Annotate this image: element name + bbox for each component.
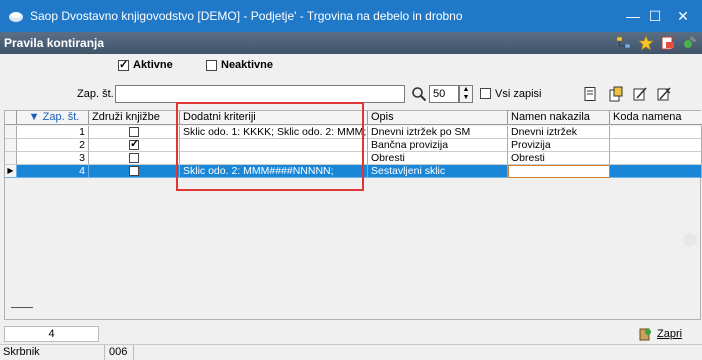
column-header-criteria[interactable]: Dodatni kriteriji [180,111,368,125]
search-label: Zap. št. [77,88,114,100]
scroll-icon[interactable] [683,233,697,247]
cell-code[interactable] [610,152,702,165]
search-input[interactable] [115,85,405,103]
window-title: Saop Dvostavno knjigovodstvo [DEMO] - Po… [30,9,463,23]
merge-checkbox[interactable] [129,127,139,137]
close-button[interactable]: ✕ [664,0,702,32]
cell-num[interactable]: 4 [17,165,89,178]
active-filter[interactable]: Aktivne [118,58,173,71]
active-label: Aktivne [133,59,173,71]
merge-checkbox-cell[interactable] [89,139,180,152]
row-selector[interactable] [5,152,17,165]
all-records-checkbox[interactable] [480,88,491,99]
merge-checkbox-cell[interactable] [89,126,180,139]
status-field-value: 006 [104,345,134,360]
merge-checkbox-cell[interactable] [89,165,180,178]
cell-purpose[interactable] [508,165,610,178]
merge-checkbox[interactable] [129,139,139,150]
record-limit-stepper[interactable]: ▲ ▼ [459,85,473,103]
cell-purpose[interactable]: Obresti [508,152,610,165]
edit-record-icon[interactable] [632,86,648,102]
cell-criteria[interactable] [180,152,368,165]
collapse-handle[interactable] [11,307,33,308]
merge-checkbox-cell[interactable] [89,152,180,165]
record-limit-input[interactable]: 50 [429,85,459,103]
column-header-description[interactable]: Opis [368,111,508,125]
column-header-number[interactable]: ▼ Zap. št. [17,111,89,125]
new-record-icon[interactable] [582,86,598,102]
table-header: ▼ Zap. št. Združi knjižbe Dodatni kriter… [5,111,702,125]
cell-code[interactable] [610,126,702,139]
cell-desc[interactable]: Dnevni iztržek po SM [368,126,508,139]
record-count: 4 [4,326,99,342]
inactive-checkbox[interactable] [206,59,217,71]
cell-desc[interactable]: Sestavljeni sklic [368,165,508,178]
status-field-label: Skrbnik [3,346,40,358]
column-header-purpose[interactable]: Namen nakazila [508,111,610,125]
cell-code[interactable] [610,139,702,152]
tree-icon[interactable] [616,35,632,51]
column-header-code[interactable]: Koda namena [610,111,702,125]
tools-icon[interactable] [682,35,698,51]
merge-checkbox[interactable] [129,166,139,176]
export-icon[interactable] [660,35,676,51]
search-icon[interactable] [411,86,427,102]
exit-icon [639,328,651,341]
table-row[interactable]: 2 Bančna provizijaProvizija [5,139,702,152]
table-row[interactable]: ▶ 4 Sklic odo. 2: MMM####NNNNN; Sestavljeni… [5,165,702,178]
copy-record-icon[interactable] [608,86,624,102]
panel-header: Pravila kontiranja [0,32,702,54]
cell-num[interactable]: 3 [17,152,89,165]
close-panel-label: Zapri [657,328,683,340]
rules-table: ▼ Zap. št. Združi knjižbe Dodatni kriter… [4,110,702,320]
cell-code[interactable] [610,165,702,178]
inactive-filter[interactable]: Neaktivne [206,59,273,71]
table-row[interactable]: 3 Obresti Obresti [5,152,702,165]
cell-num[interactable]: 2 [17,139,89,152]
cell-num[interactable]: 1 [17,126,89,139]
sort-indicator-icon: ▼ [28,111,40,123]
cell-desc[interactable]: Bančna provizija [368,139,508,152]
filter-row: Aktivne Neaktivne [0,58,702,76]
cell-criteria[interactable]: Sklic odo. 1: KKKK; Sklic odo. 2: MMM; [180,126,368,139]
column-header-merge[interactable]: Združi knjižbe [89,111,180,125]
column-label: Zap. št. [42,111,80,123]
merge-checkbox[interactable] [129,153,139,163]
row-selector[interactable]: ▶ [5,165,17,178]
row-selector[interactable] [5,139,17,152]
app-icon [9,12,23,22]
row-indicator-header [5,111,17,125]
panel-title: Pravila kontiranja [4,36,105,50]
close-panel-button[interactable]: Zapri [638,326,682,342]
cell-purpose[interactable]: Dnevni iztržek [508,126,610,139]
search-row: Zap. št. 50 ▲ ▼ Vsi zapisi [0,85,702,105]
row-selector[interactable] [5,126,17,139]
inactive-label: Neaktivne [221,59,273,71]
table-row[interactable]: 1 Sklic odo. 1: KKKK; Sklic odo. 2: MMM; D… [5,126,702,139]
star-icon[interactable] [638,35,654,51]
cell-desc[interactable]: Obresti [368,152,508,165]
delete-record-icon[interactable] [656,86,672,102]
all-records-label: Vsi zapisi [495,88,542,100]
window-titlebar: Saop Dvostavno knjigovodstvo [DEMO] - Po… [0,0,702,32]
active-checkbox[interactable] [118,58,129,71]
status-bar: Skrbnik 006 [0,344,702,360]
cell-purpose[interactable]: Provizija [508,139,610,152]
cell-criteria[interactable] [180,139,368,152]
cell-criteria[interactable]: Sklic odo. 2: MMM####NNNNN; [180,165,368,178]
